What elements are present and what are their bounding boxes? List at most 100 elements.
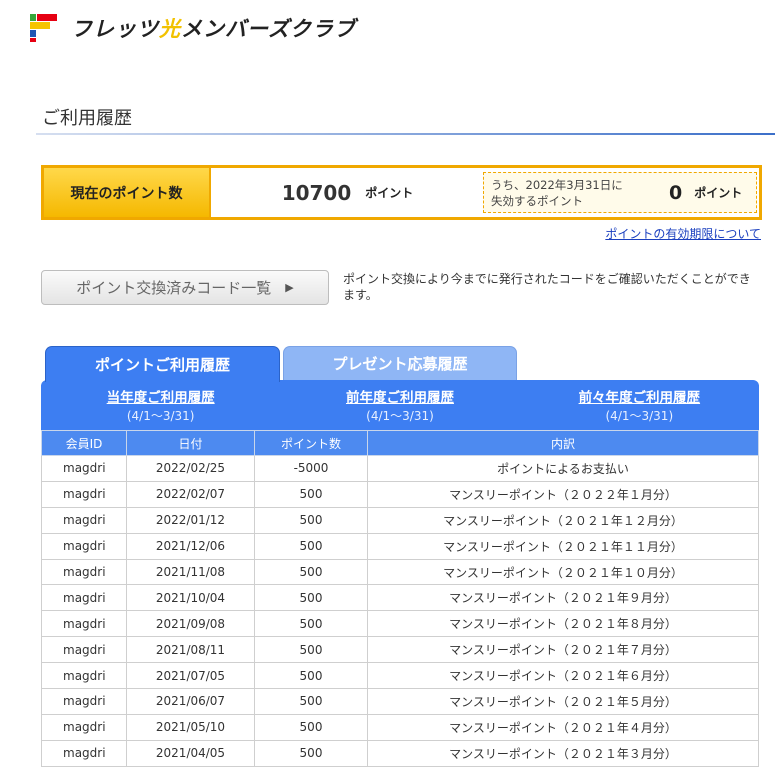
cell-member-id: magdri	[41, 688, 127, 715]
cell-details: マンスリーポイント（２０２１年１２月分）	[367, 506, 759, 534]
table-row: magdri 2021/06/07 500 マンスリーポイント（２０２１年５月分）	[41, 688, 759, 715]
cell-date: 2021/04/05	[126, 739, 255, 767]
expiring-points-label: うち、2022年3月31日に 失効するポイント	[484, 177, 659, 209]
cell-details: ポイントによるお支払い	[367, 455, 759, 482]
cell-points: -5000	[254, 455, 368, 482]
table-body: magdri 2022/02/25 -5000 ポイントによるお支払い magdri 20…	[41, 455, 759, 767]
cell-points: 500	[254, 610, 368, 638]
title-divider	[36, 133, 775, 135]
cell-points: 500	[254, 584, 368, 612]
cell-member-id: magdri	[41, 584, 127, 612]
cell-date: 2021/06/07	[126, 688, 255, 715]
expiring-points-value: 0	[669, 181, 683, 204]
tab-present-application-history[interactable]: プレゼント応募履歴	[283, 346, 517, 380]
cell-points: 500	[254, 636, 368, 664]
cell-member-id: magdri	[41, 455, 127, 482]
cell-details: マンスリーポイント（２０２１年４月分）	[367, 713, 759, 741]
table-row: magdri 2022/02/25 -5000 ポイントによるお支払い	[41, 455, 759, 482]
expiring-points-label-line1: うち、2022年3月31日に	[491, 177, 623, 192]
cell-member-id: magdri	[41, 739, 127, 767]
table-row: magdri 2022/02/07 500 マンスリーポイント（２０２２年１月分）	[41, 480, 759, 508]
tab-point-usage-history[interactable]: ポイントご利用履歴	[45, 346, 280, 382]
logo-text-hikari: 光	[159, 17, 181, 41]
period-selector: 当年度ご利用履歴 (4/1～3/31) 前年度ご利用履歴 (4/1～3/31) …	[41, 380, 759, 430]
expiring-points-label-line2: 失効するポイント	[491, 193, 583, 208]
cell-details: マンスリーポイント（２０２１年５月分）	[367, 688, 759, 715]
cell-member-id: magdri	[41, 558, 127, 586]
cell-member-id: magdri	[41, 506, 127, 534]
cell-date: 2022/01/12	[126, 506, 255, 534]
cell-points: 500	[254, 480, 368, 508]
cell-points: 500	[254, 688, 368, 715]
expiring-points-unit: ポイント	[694, 186, 743, 200]
period-two-years-ago-link[interactable]: 前々年度ご利用履歴	[520, 390, 759, 407]
usage-history-table: 会員ID 日付 ポイント数 内訳 magdri 2022/02/25 -5000 ポイ…	[41, 430, 759, 767]
cell-details: マンスリーポイント（２０２１年１１月分）	[367, 532, 759, 560]
period-two-years-ago-range: (4/1～3/31)	[605, 409, 674, 423]
table-row: magdri 2021/12/06 500 マンスリーポイント（２０２１年１１月分）	[41, 532, 759, 560]
triangle-right-icon: ▶	[285, 281, 294, 294]
period-previous-year: 前年度ご利用履歴 (4/1～3/31)	[280, 380, 519, 430]
cell-date: 2021/08/11	[126, 636, 255, 664]
site-logo[interactable]: フレッツ光メンバーズクラブ	[30, 13, 356, 43]
logo-text-prefix: フレッツ	[71, 17, 159, 41]
period-current-year-range: (4/1～3/31)	[126, 409, 195, 423]
cell-details: マンスリーポイント（２０２１年３月分）	[367, 739, 759, 767]
cell-details: マンスリーポイント（２０２１年１０月分）	[367, 558, 759, 586]
period-previous-year-link[interactable]: 前年度ご利用履歴	[280, 390, 519, 407]
cell-points: 500	[254, 713, 368, 741]
table-row: magdri 2021/05/10 500 マンスリーポイント（２０２１年４月分）	[41, 713, 759, 741]
period-two-years-ago: 前々年度ご利用履歴 (4/1～3/31)	[520, 380, 759, 430]
cell-details: マンスリーポイント（２０２１年６月分）	[367, 662, 759, 690]
period-previous-year-range: (4/1～3/31)	[366, 409, 434, 423]
header-points: ポイント数	[254, 430, 368, 456]
cell-date: 2022/02/25	[126, 455, 255, 482]
points-value-area: 10700 ポイント	[211, 168, 484, 217]
cell-date: 2021/07/05	[126, 662, 255, 690]
cell-member-id: magdri	[41, 532, 127, 560]
cell-details: マンスリーポイント（２０２１年８月分）	[367, 610, 759, 638]
cell-details: マンスリーポイント（２０２１年７月分）	[367, 636, 759, 664]
cell-details: マンスリーポイント（２０２１年９月分）	[367, 584, 759, 612]
table-row: magdri 2021/09/08 500 マンスリーポイント（２０２１年８月分）	[41, 610, 759, 638]
exchanged-code-list-button[interactable]: ポイント交換済みコード一覧 ▶	[41, 270, 329, 305]
code-list-description: ポイント交換により今までに発行されたコードをご確認いただくことができます。	[343, 272, 751, 302]
cell-points: 500	[254, 532, 368, 560]
points-summary: 現在のポイント数 10700 ポイント うち、2022年3月31日に 失効するポ…	[41, 165, 762, 220]
header-member-id: 会員ID	[41, 430, 127, 456]
cell-date: 2021/05/10	[126, 713, 255, 741]
cell-date: 2022/02/07	[126, 480, 255, 508]
table-row: magdri 2021/10/04 500 マンスリーポイント（２０２１年９月分）	[41, 584, 759, 612]
header-date: 日付	[126, 430, 255, 456]
table-header-row: 会員ID 日付 ポイント数 内訳	[41, 430, 759, 456]
exchanged-code-list-label: ポイント交換済みコード一覧	[76, 279, 272, 297]
points-value: 10700	[281, 180, 352, 205]
cell-points: 500	[254, 739, 368, 767]
period-current-year: 当年度ご利用履歴 (4/1～3/31)	[41, 380, 280, 430]
logo-text-suffix: メンバーズクラブ	[181, 17, 356, 41]
table-row: magdri 2021/11/08 500 マンスリーポイント（２０２１年１０月分）	[41, 558, 759, 586]
points-unit: ポイント	[365, 186, 414, 200]
period-current-year-link[interactable]: 当年度ご利用履歴	[41, 390, 280, 407]
flets-logo-icon	[30, 14, 57, 42]
points-label: 現在のポイント数	[44, 168, 211, 217]
cell-date: 2021/11/08	[126, 558, 255, 586]
logo-text: フレッツ光メンバーズクラブ	[71, 13, 356, 43]
cell-member-id: magdri	[41, 610, 127, 638]
cell-member-id: magdri	[41, 662, 127, 690]
cell-date: 2021/09/08	[126, 610, 255, 638]
table-row: magdri 2021/08/11 500 マンスリーポイント（２０２１年７月分）	[41, 636, 759, 664]
cell-date: 2021/10/04	[126, 584, 255, 612]
cell-points: 500	[254, 558, 368, 586]
cell-member-id: magdri	[41, 713, 127, 741]
header-details: 内訳	[367, 430, 759, 456]
cell-details: マンスリーポイント（２０２２年１月分）	[367, 480, 759, 508]
points-expiry-link[interactable]: ポイントの有効期限について	[605, 225, 761, 242]
cell-points: 500	[254, 506, 368, 534]
expiring-points-box: うち、2022年3月31日に 失効するポイント 0 ポイント	[483, 172, 757, 213]
table-row: magdri 2021/04/05 500 マンスリーポイント（２０２１年３月分）	[41, 739, 759, 767]
table-row: magdri 2021/07/05 500 マンスリーポイント（２０２１年６月分）	[41, 662, 759, 690]
table-row: magdri 2022/01/12 500 マンスリーポイント（２０２１年１２月分）	[41, 506, 759, 534]
cell-member-id: magdri	[41, 480, 127, 508]
cell-points: 500	[254, 662, 368, 690]
